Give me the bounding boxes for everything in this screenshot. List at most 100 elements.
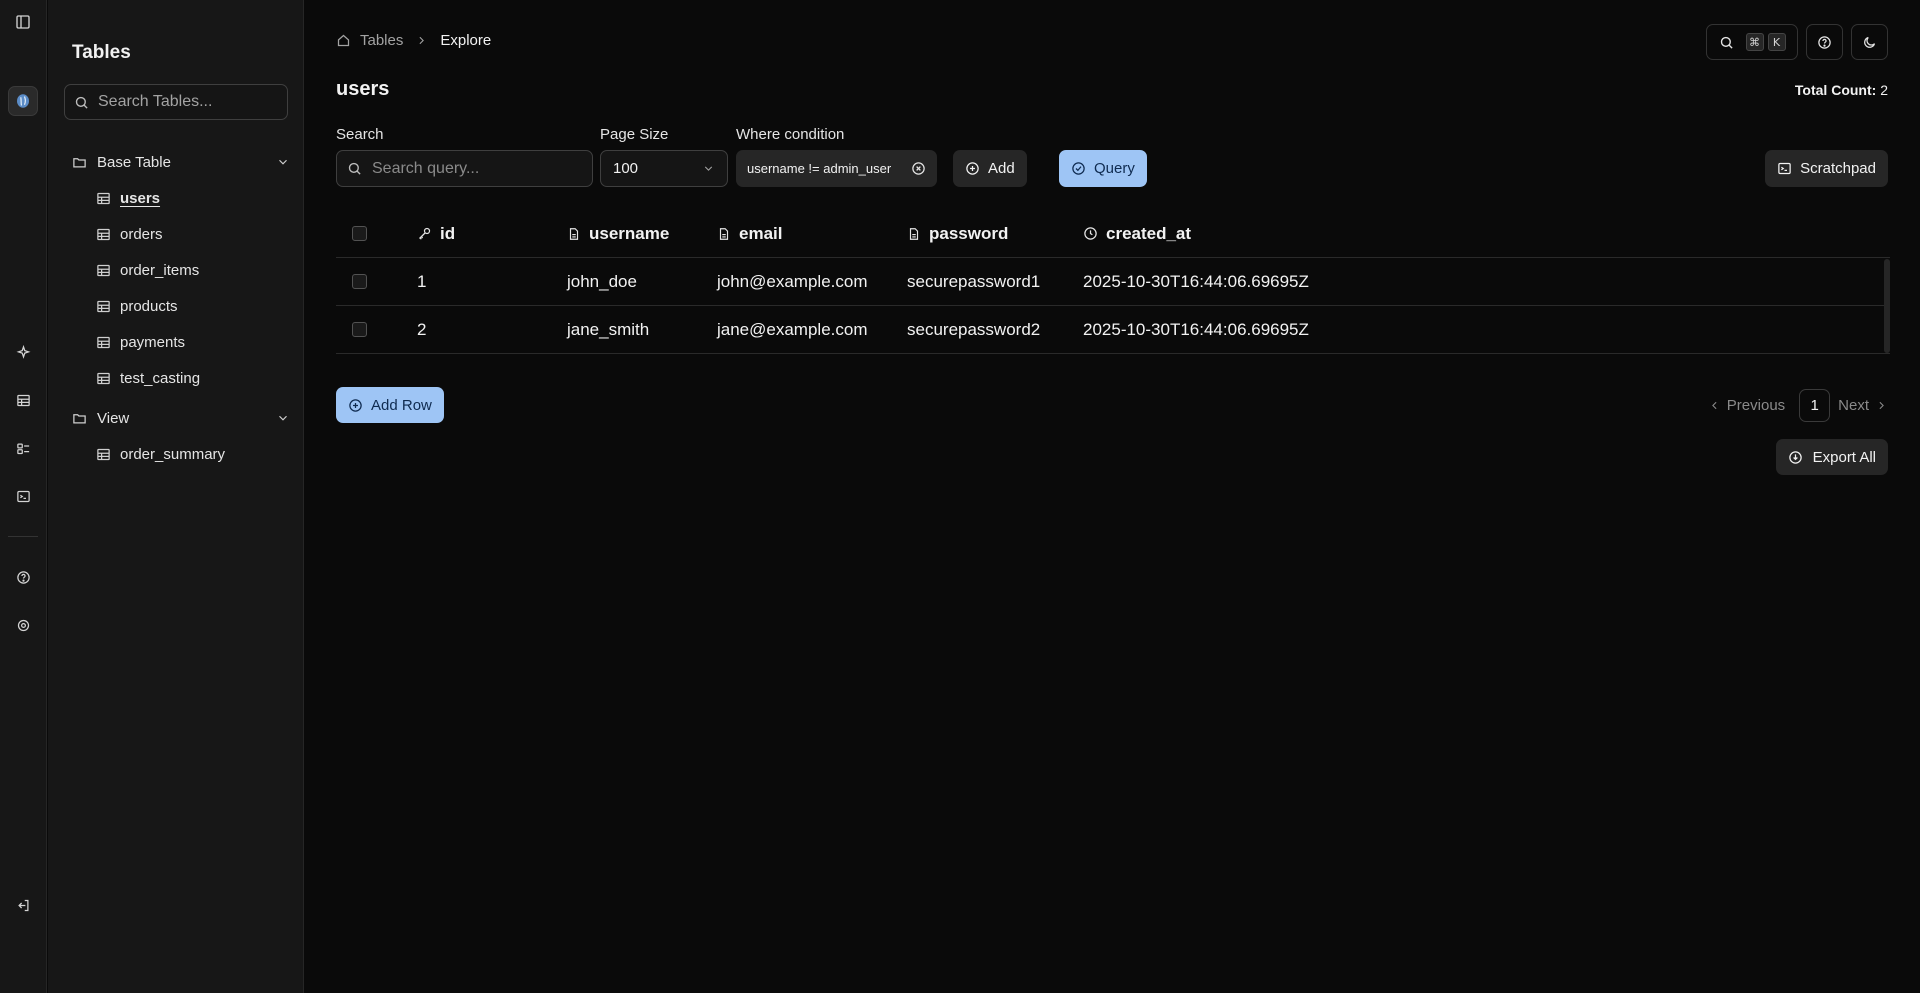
next-label: Next	[1838, 397, 1869, 414]
previous-page-button[interactable]: Previous	[1708, 397, 1785, 414]
table-cell[interactable]: 1	[417, 272, 567, 292]
export-all-button[interactable]: Export All	[1775, 439, 1888, 475]
scratchpad-button[interactable]: Scratchpad	[1765, 150, 1888, 187]
add-condition-label: Add	[988, 160, 1015, 177]
logout-icon[interactable]	[12, 894, 34, 916]
ai-sparkle-icon[interactable]	[12, 341, 34, 363]
add-row-button[interactable]: Add Row	[336, 387, 444, 423]
table-cell[interactable]: 2025-10-30T16:44:06.69695Z	[1083, 320, 1890, 340]
remove-circle-icon[interactable]	[911, 161, 926, 176]
table-cell[interactable]: securepassword1	[907, 272, 1083, 292]
where-label: Where condition	[736, 126, 845, 143]
add-row-label: Add Row	[371, 396, 432, 414]
sidebar-item-label: order_summary	[120, 445, 226, 463]
group-label: Base Table	[97, 153, 171, 171]
select-all-checkbox[interactable]	[352, 226, 367, 241]
next-page-button[interactable]: Next	[1838, 397, 1888, 414]
breadcrumb-root[interactable]: Tables	[360, 32, 403, 49]
download-circle-icon	[1788, 450, 1803, 465]
export-all-label: Export All	[1812, 448, 1876, 466]
clock-icon	[1083, 226, 1106, 241]
page-size-select[interactable]: 100	[600, 150, 728, 187]
folder-icon	[72, 155, 87, 170]
total-count: Total Count: 2	[1795, 82, 1888, 98]
table-icon	[96, 299, 111, 314]
table-cell[interactable]: jane_smith	[567, 320, 717, 340]
schema-icon[interactable]	[12, 437, 34, 459]
query-label: Query	[1094, 160, 1135, 177]
theme-toggle-button[interactable]	[1851, 24, 1888, 60]
sidebar-item-test-casting[interactable]: test_casting	[96, 366, 200, 390]
row-checkbox[interactable]	[352, 322, 367, 337]
column-header-label: email	[739, 223, 783, 243]
table-cell[interactable]: john@example.com	[717, 272, 907, 292]
row-checkbox[interactable]	[352, 274, 367, 289]
data-table: id username email password created_at 1	[336, 210, 1890, 354]
page-number-button[interactable]: 1	[1799, 389, 1831, 422]
main-content: Tables Explore ⌘ K users Total Count: 2 …	[305, 0, 1920, 993]
page-title: users	[336, 78, 390, 100]
table-icon	[96, 263, 111, 278]
search-icon	[74, 95, 89, 110]
search-label: Search	[336, 126, 384, 143]
column-header-label: created_at	[1106, 223, 1192, 243]
shortcut-mod-key: ⌘	[1745, 33, 1764, 51]
file-text-icon	[717, 227, 739, 241]
group-base-table[interactable]: Base Table	[72, 150, 290, 174]
tables-icon[interactable]	[12, 389, 34, 411]
sidebar-item-payments[interactable]: payments	[96, 330, 185, 354]
table-row[interactable]: 1 john_doe john@example.com securepasswo…	[336, 258, 1890, 306]
sidebar-item-label: products	[120, 297, 178, 315]
table-cell[interactable]: 2	[417, 320, 567, 340]
home-icon[interactable]	[336, 33, 351, 48]
previous-label: Previous	[1726, 397, 1786, 414]
table-scrollbar[interactable]	[1884, 259, 1890, 353]
sidebar-item-orders[interactable]: orders	[96, 222, 163, 246]
help-button[interactable]	[1806, 24, 1843, 60]
sidebar-item-order-items[interactable]: order_items	[96, 258, 199, 282]
group-view[interactable]: View	[72, 406, 290, 430]
sidebar-item-label: order_items	[120, 261, 200, 279]
sidebar-item-users[interactable]: users	[96, 186, 160, 210]
sidebar-item-label: test_casting	[120, 369, 201, 387]
chevron-down-icon	[276, 155, 290, 169]
check-circle-icon	[1071, 161, 1086, 176]
page-size-label: Page Size	[600, 126, 669, 143]
table-search-input[interactable]: Search Tables...	[64, 84, 288, 120]
table-cell[interactable]: 2025-10-30T16:44:06.69695Z	[1083, 272, 1890, 292]
where-condition-value: username != admin_user	[747, 161, 892, 176]
file-text-icon	[567, 227, 589, 241]
column-header-created-at[interactable]: created_at	[1083, 224, 1890, 244]
add-condition-button[interactable]: Add	[953, 150, 1027, 187]
query-search-input[interactable]: Search query...	[336, 150, 593, 187]
column-header-email[interactable]: email	[717, 224, 907, 244]
table-cell[interactable]: securepassword2	[907, 320, 1083, 340]
where-condition-chip[interactable]: username != admin_user	[736, 150, 937, 187]
database-logo-icon[interactable]	[8, 86, 38, 116]
query-button[interactable]: Query	[1059, 150, 1147, 187]
sidebar-item-products[interactable]: products	[96, 294, 178, 318]
table-icon	[96, 447, 111, 462]
chevron-down-icon	[702, 162, 715, 175]
terminal-icon[interactable]	[12, 485, 34, 507]
column-header-username[interactable]: username	[567, 224, 717, 244]
chevron-right-icon	[1875, 399, 1888, 412]
table-icon	[96, 335, 111, 350]
total-count-value: 2	[1880, 82, 1888, 98]
sidebar-item-label: payments	[120, 333, 186, 351]
help-icon[interactable]	[12, 566, 34, 588]
table-cell[interactable]: jane@example.com	[717, 320, 907, 340]
table-cell[interactable]: john_doe	[567, 272, 717, 292]
group-label: View	[97, 409, 130, 427]
column-header-id[interactable]: id	[417, 224, 567, 244]
command-search-button[interactable]: ⌘ K	[1706, 24, 1798, 60]
sidebar-toggle-icon[interactable]	[12, 11, 34, 33]
sidebar-item-order-summary[interactable]: order_summary	[96, 442, 225, 466]
table-row[interactable]: 2 jane_smith jane@example.com securepass…	[336, 306, 1890, 354]
column-header-password[interactable]: password	[907, 224, 1083, 244]
terminal-icon	[1777, 161, 1792, 176]
total-count-label: Total Count:	[1794, 82, 1877, 98]
table-icon	[96, 227, 111, 242]
page-size-value: 100	[613, 160, 639, 177]
settings-icon[interactable]	[12, 614, 34, 636]
